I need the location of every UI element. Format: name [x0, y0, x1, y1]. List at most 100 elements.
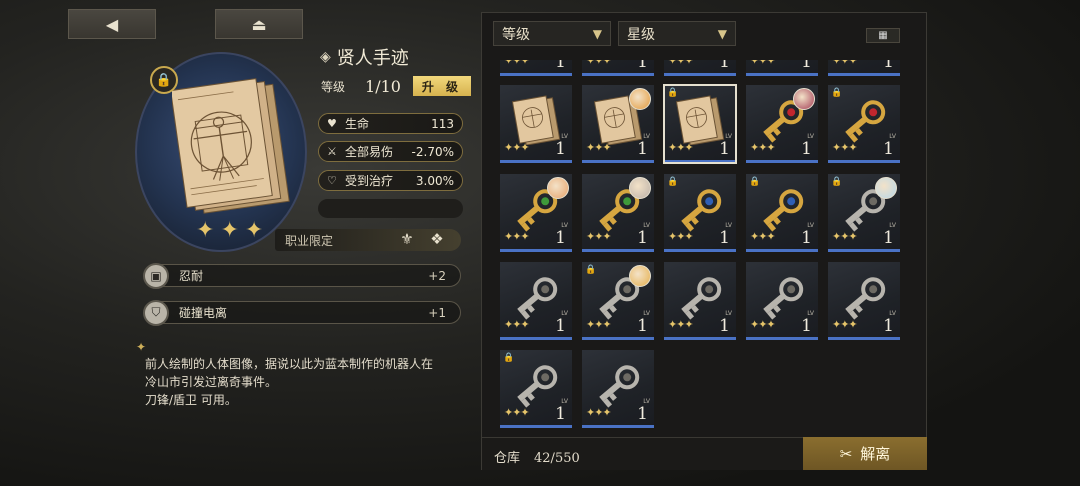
inventory-item[interactable]: 🔒 ✦✦✦ LV 1	[828, 85, 900, 163]
item-level: 1	[801, 60, 812, 72]
stat-name: 全部易伤	[345, 145, 394, 159]
stat-value: -2.70%	[411, 144, 454, 159]
heart-icon: ♥	[327, 117, 337, 130]
inventory-item[interactable]: ✦✦✦LV1	[664, 262, 736, 340]
item-level: 1	[883, 60, 894, 72]
inventory-item[interactable]: ✦✦✦LV1	[664, 60, 736, 76]
heal-icon: ♡	[327, 174, 337, 187]
key-icon	[681, 277, 722, 320]
lock-toggle[interactable]: 🔒	[150, 66, 178, 94]
star-icon: ✦✦✦	[586, 60, 612, 67]
home-button[interactable]: ⏏	[215, 9, 303, 39]
star-icon: ✦✦✦	[668, 230, 694, 243]
level-value: 1/10	[365, 76, 401, 96]
item-level: 1	[637, 316, 648, 336]
inventory-item[interactable]: 🔒 ✦✦✦ LV 1	[828, 174, 900, 252]
lock-icon: 🔒	[585, 265, 597, 275]
inventory-item[interactable]: 🔒 ✦✦✦ LV 1	[500, 350, 572, 428]
inventory-item[interactable]: 🔒 ✦✦✦ LV 1	[746, 174, 818, 252]
inventory-item[interactable]: ✦✦✦LV1	[500, 174, 572, 252]
inventory-item[interactable]: ✦✦✦LV1	[582, 60, 654, 76]
blade-class-icon: ⚜	[400, 230, 414, 248]
item-level: 1	[637, 404, 648, 424]
level-sort-dropdown[interactable]: 等级 ▼	[493, 21, 611, 46]
inventory-item[interactable]: ✦✦✦LV1	[582, 85, 654, 163]
item-level: 1	[883, 316, 894, 336]
item-title: 贤人手迹	[336, 48, 409, 69]
inventory-item[interactable]: ✦✦✦LV1	[500, 85, 572, 163]
description-line: 冷山市引发过离奇事件。	[145, 375, 278, 389]
inventory-item[interactable]: ✦✦✦LV1	[582, 350, 654, 428]
inventory-item[interactable]: ✦✦✦LV1	[500, 262, 572, 340]
back-button[interactable]: ◀	[68, 9, 156, 39]
inventory-item[interactable]: ✦✦✦LV1	[828, 60, 900, 76]
skill-value: +2	[428, 268, 446, 283]
key-icon	[599, 365, 640, 408]
stat-name: 受到治疗	[345, 174, 394, 188]
storage-value: 42/550	[534, 451, 580, 466]
item-level: 1	[555, 316, 566, 336]
skill-collision-ionization[interactable]: ⛉ 碰撞电离 +1	[143, 299, 461, 326]
inventory-item[interactable]: ✦✦✦LV1	[582, 174, 654, 252]
lock-icon: 🔒	[503, 353, 515, 363]
dismantle-button[interactable]: ✂ 解离	[803, 437, 927, 470]
star-icon: ✦	[220, 218, 239, 243]
key-icon	[517, 277, 558, 320]
description-marker-icon: ✦	[136, 340, 147, 354]
lock-icon: 🔒	[831, 177, 843, 187]
grid-view-button[interactable]: ▦	[866, 28, 900, 43]
star-filter-dropdown[interactable]: 星级 ▼	[618, 21, 736, 46]
stat-vulnerability: ⚔ 全部易伤 -2.70%	[318, 141, 463, 162]
inventory-item[interactable]: ✦✦✦LV1	[746, 262, 818, 340]
shield-class-icon: ❖	[430, 230, 444, 248]
key-icon	[845, 100, 886, 143]
item-level: 1	[719, 316, 730, 336]
artifact-type-icon: ◈	[320, 49, 331, 65]
star-icon: ✦	[244, 218, 264, 243]
inventory-item[interactable]: 🔒 ✦✦✦ LV 1	[663, 84, 737, 164]
star-icon: ✦✦✦	[504, 230, 530, 243]
equipped-character-avatar	[629, 265, 651, 287]
equipped-character-avatar	[793, 88, 815, 110]
inventory-grid: ✦✦✦LV1✦✦✦LV1✦✦✦LV1✦✦✦LV1✦✦✦LV1✦✦✦LV1✦✦✦L…	[493, 60, 911, 432]
inventory-item[interactable]: ✦✦✦LV1	[746, 85, 818, 163]
dismantle-icon: ✂	[839, 444, 853, 463]
key-icon	[517, 365, 558, 408]
manuscript-icon	[675, 95, 725, 145]
star-icon: ✦✦✦	[586, 318, 612, 331]
grid-icon: ▦	[878, 30, 888, 41]
inventory-item[interactable]: 🔒 ✦✦✦ LV 1	[582, 262, 654, 340]
vitruvian-paper-icon	[172, 78, 290, 214]
stat-healing-received: ♡ 受到治疗 3.00%	[318, 170, 463, 191]
star-icon: ✦✦✦	[668, 318, 694, 331]
star-icon: ✦✦✦	[586, 406, 612, 419]
inventory-item[interactable]: 🔒 ✦✦✦ LV 1	[664, 174, 736, 252]
star-icon: ✦✦✦	[586, 230, 612, 243]
item-level: 1	[555, 60, 566, 72]
inventory-item[interactable]: ✦✦✦LV1	[500, 60, 572, 76]
manuscript-icon	[511, 95, 561, 145]
item-level: 1	[637, 60, 648, 72]
lock-icon: 🔒	[667, 177, 679, 187]
stat-value: 113	[431, 116, 454, 131]
star-icon: ✦✦✦	[668, 141, 694, 154]
key-icon	[845, 277, 886, 320]
item-level: 1	[883, 228, 894, 248]
lock-icon: 🔒	[749, 177, 761, 187]
star-icon: ✦✦✦	[750, 318, 776, 331]
star-icon: ✦✦✦	[750, 60, 776, 67]
chevron-down-icon: ▼	[592, 26, 602, 41]
upgrade-button[interactable]: 升 级	[412, 76, 471, 96]
item-level: 1	[883, 139, 894, 159]
key-icon	[763, 189, 804, 232]
star-icon: ✦✦✦	[504, 60, 530, 67]
stat-name: 生命	[345, 117, 370, 131]
skill-endurance[interactable]: ▣ 忍耐 +2	[143, 262, 461, 289]
inventory-item[interactable]: ✦✦✦LV1	[828, 262, 900, 340]
inventory-item[interactable]: ✦✦✦LV1	[746, 60, 818, 76]
equipped-character-avatar	[629, 88, 651, 110]
equipped-character-avatar	[547, 177, 569, 199]
star-icon: ✦✦✦	[586, 141, 612, 154]
item-level: 1	[555, 139, 566, 159]
level-row: 等级 1/10 升 级	[321, 76, 471, 96]
